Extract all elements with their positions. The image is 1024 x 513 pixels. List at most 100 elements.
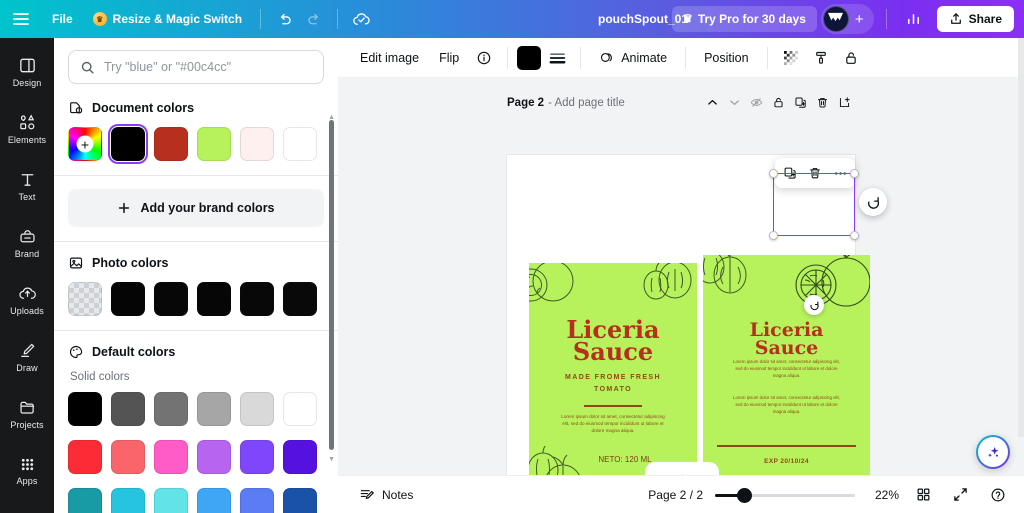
cloud-saved-icon[interactable] <box>346 4 376 34</box>
resize-magic-switch-button[interactable]: ♛ Resize & Magic Switch <box>83 6 252 32</box>
sidebar-label-design: Design <box>12 78 42 88</box>
sidebar-item-brand[interactable]: Brand <box>2 215 52 271</box>
lock-page-icon[interactable] <box>768 92 789 113</box>
scroll-down-arrow[interactable]: ▼ <box>328 456 335 463</box>
sidebar-item-elements[interactable]: Elements <box>2 101 52 157</box>
add-collaborator-icon[interactable]: + <box>851 11 868 28</box>
swatch-default-gray[interactable] <box>154 392 188 426</box>
grid-view-button[interactable] <box>911 482 936 507</box>
delete-page-icon[interactable] <box>812 92 833 113</box>
swatch-default-aqua[interactable] <box>154 488 188 513</box>
add-page-icon[interactable] <box>834 92 855 113</box>
zoom-knob[interactable] <box>737 487 752 503</box>
swatch-default-purple[interactable] <box>283 440 317 474</box>
swatch-default-coral[interactable] <box>111 440 145 474</box>
swatch-default-cyan[interactable] <box>111 488 145 513</box>
sidebar-item-design[interactable]: Design <box>2 44 52 100</box>
swatch-default-darkgray[interactable] <box>111 392 145 426</box>
avatar[interactable] <box>822 6 849 32</box>
swatch-default-orchid[interactable] <box>197 440 231 474</box>
sidebar-item-apps[interactable]: Apps <box>2 443 52 499</box>
swatch-transparent[interactable] <box>68 282 102 316</box>
label-front[interactable]: Liceria Sauce MADE FROME FRESH TOMATO Lo… <box>529 263 697 475</box>
undo-icon[interactable] <box>269 4 299 34</box>
swatch-photo-black-2[interactable] <box>154 282 188 316</box>
swatch-default-white[interactable] <box>283 392 317 426</box>
search-input[interactable] <box>104 60 312 74</box>
notes-button[interactable]: Notes <box>351 481 421 509</box>
copy-style-icon[interactable] <box>807 44 835 72</box>
page-count: Page 2 / 2 <box>648 487 703 502</box>
swatch-default-blue[interactable] <box>240 488 274 513</box>
sidebar-item-projects[interactable]: Projects <box>2 386 52 442</box>
sidebar-item-draw[interactable]: Draw <box>2 329 52 385</box>
share-button[interactable]: Share <box>936 6 1014 32</box>
fullscreen-button[interactable] <box>948 482 973 507</box>
sidebar-label-apps: Apps <box>16 476 38 486</box>
sidebar-item-uploads[interactable]: Uploads <box>2 272 52 328</box>
swatch-white[interactable] <box>283 127 317 161</box>
magic-assistant-button[interactable] <box>976 435 1010 469</box>
position-button[interactable]: Position <box>695 45 757 71</box>
bar-chart-icon[interactable] <box>899 4 929 34</box>
swatch-default-violet[interactable] <box>240 440 274 474</box>
swatch-black[interactable] <box>107 123 149 165</box>
add-page-title-input[interactable]: - Add page title <box>548 97 625 109</box>
canvas-collapse-handle[interactable] <box>645 462 719 475</box>
lines-icon[interactable] <box>543 44 571 72</box>
swatch-photo-black-4[interactable] <box>240 282 274 316</box>
rotate-handle-icon[interactable] <box>859 188 887 216</box>
document-colors-icon <box>70 102 83 114</box>
swatch-default-lightgray[interactable] <box>240 392 274 426</box>
swatch-default-navy[interactable] <box>283 488 317 513</box>
swatch-color-picker[interactable] <box>68 127 102 161</box>
info-icon[interactable] <box>470 44 498 72</box>
swatch-default-midgray[interactable] <box>197 392 231 426</box>
swatch-photo-black-3[interactable] <box>197 282 231 316</box>
resize-handle-top-right[interactable] <box>850 169 859 178</box>
canvas-area[interactable]: Page 2 - Add page title Liceria Sauce MA… <box>338 78 1024 475</box>
swatch-blush[interactable] <box>240 127 274 161</box>
swatch-default-red[interactable] <box>68 440 102 474</box>
move-down-icon[interactable] <box>724 92 745 113</box>
swatch-lime-green[interactable] <box>197 127 231 161</box>
redo-icon[interactable] <box>299 4 329 34</box>
animate-button[interactable]: Animate <box>590 44 676 72</box>
rotate-handle-secondary-icon[interactable] <box>804 295 824 315</box>
edit-image-button[interactable]: Edit image <box>351 45 428 71</box>
lock-icon[interactable] <box>837 44 865 72</box>
swatch-photo-black-5[interactable] <box>283 282 317 316</box>
swatch-default-pink[interactable] <box>154 440 188 474</box>
swatch-default-teal[interactable] <box>68 488 102 513</box>
notes-label: Notes <box>382 487 414 502</box>
onion-back-sketch-icon <box>703 255 747 294</box>
label-back[interactable]: Liceria Sauce Lorem ipsum dolor sit amet… <box>703 255 870 475</box>
swatch-default-skyblue[interactable] <box>197 488 231 513</box>
palette-icon <box>69 345 83 359</box>
flip-button[interactable]: Flip <box>430 45 468 71</box>
resize-handle-top-left[interactable] <box>769 169 778 178</box>
collaborators-group[interactable]: + <box>820 4 874 34</box>
editor-toolbar: Edit image Flip Animate Position <box>338 38 1024 78</box>
projects-folder-icon <box>19 401 34 414</box>
color-swatch-button[interactable] <box>517 45 542 70</box>
transparency-icon[interactable] <box>777 44 805 72</box>
sidebar-item-text[interactable]: Text <box>2 158 52 214</box>
panel-scrollbar[interactable] <box>329 120 334 450</box>
selection-box[interactable] <box>769 169 859 240</box>
search-box[interactable] <box>68 50 324 84</box>
file-menu-button[interactable]: File <box>42 6 83 32</box>
add-brand-colors-button[interactable]: Add your brand colors <box>68 189 324 227</box>
swatch-photo-black-1[interactable] <box>111 282 145 316</box>
hide-page-icon[interactable] <box>746 92 767 113</box>
resize-handle-bottom-right[interactable] <box>850 231 859 240</box>
document-title[interactable]: pouchSpout_01 <box>588 7 698 31</box>
move-up-icon[interactable] <box>702 92 723 113</box>
duplicate-page-icon[interactable] <box>790 92 811 113</box>
zoom-slider[interactable] <box>715 487 855 503</box>
resize-handle-bottom-left[interactable] <box>769 231 778 240</box>
swatch-default-black[interactable] <box>68 392 102 426</box>
help-button[interactable] <box>985 482 1011 508</box>
hamburger-icon[interactable] <box>0 12 42 26</box>
swatch-brick-red[interactable] <box>154 127 188 161</box>
